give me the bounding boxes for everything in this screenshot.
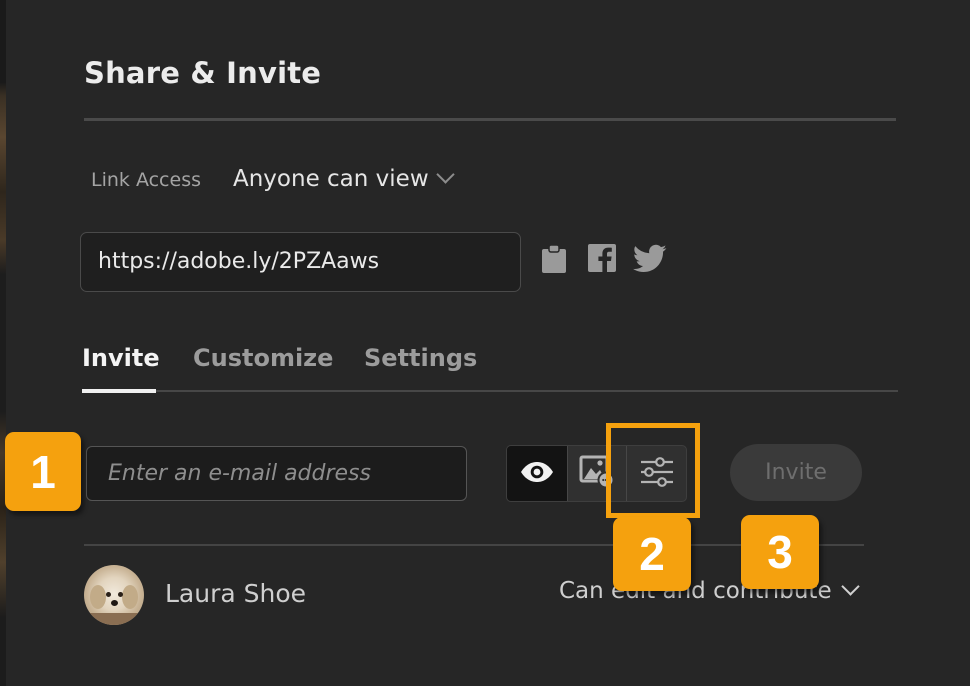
member-name: Laura Shoe bbox=[165, 579, 307, 608]
callout-highlight-box bbox=[606, 423, 700, 518]
avatar bbox=[84, 565, 144, 625]
twitter-icon[interactable] bbox=[633, 244, 667, 278]
background-photo-edge bbox=[0, 0, 6, 686]
tab-invite[interactable]: Invite bbox=[82, 344, 160, 372]
tab-settings[interactable]: Settings bbox=[364, 344, 477, 372]
chevron-down-icon bbox=[840, 577, 860, 596]
clipboard-icon[interactable] bbox=[541, 244, 567, 278]
title-divider bbox=[84, 118, 896, 121]
active-tab-indicator bbox=[82, 389, 156, 393]
link-access-value: Anyone can view bbox=[233, 166, 429, 192]
view-permission-button[interactable] bbox=[507, 446, 567, 501]
tab-customize[interactable]: Customize bbox=[193, 344, 333, 372]
dialog-title: Share & Invite bbox=[84, 56, 322, 90]
callout-badge-3: 3 bbox=[741, 515, 819, 589]
email-input[interactable] bbox=[86, 446, 467, 501]
chevron-down-icon bbox=[435, 165, 455, 184]
callout-badge-2: 2 bbox=[613, 517, 691, 591]
share-url-field[interactable]: https://adobe.ly/2PZAaws bbox=[80, 232, 521, 292]
link-access-label: Link Access bbox=[91, 169, 201, 191]
link-access-dropdown[interactable]: Anyone can view bbox=[233, 165, 455, 192]
callout-badge-1: 1 bbox=[5, 432, 81, 511]
eye-icon bbox=[520, 461, 554, 487]
facebook-icon[interactable] bbox=[588, 244, 616, 276]
tab-divider bbox=[82, 390, 898, 392]
invite-button[interactable]: Invite bbox=[730, 444, 862, 501]
